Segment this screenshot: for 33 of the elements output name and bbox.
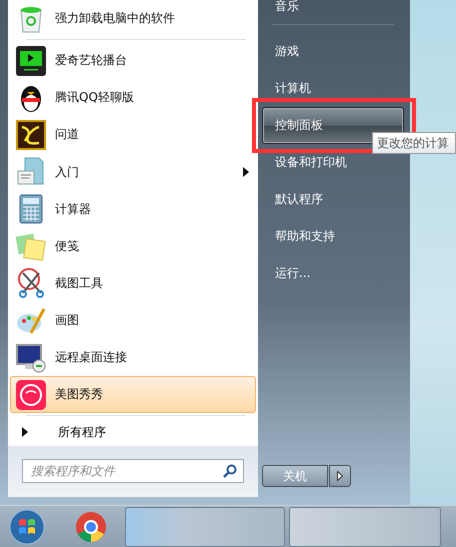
program-item[interactable]: 强力卸载电脑中的软件 (10, 0, 256, 38)
menu-link[interactable]: 运行... (262, 255, 404, 292)
program-icon (15, 44, 47, 77)
menu-link[interactable]: 计算机 (262, 70, 404, 107)
program-item[interactable]: 爱奇艺轮播台 (10, 42, 256, 80)
shutdown-options-button[interactable] (329, 465, 351, 487)
browser-icon[interactable] (75, 510, 107, 542)
program-item[interactable]: 截图工具 (10, 264, 256, 302)
menu-link[interactable]: 默认程序 (262, 181, 404, 218)
program-item[interactable]: 入门 (10, 153, 256, 191)
program-icon (15, 267, 47, 300)
program-item[interactable]: 腾讯QQ轻聊版 (10, 79, 256, 116)
program-item[interactable]: 画图 (10, 302, 256, 340)
program-item[interactable]: 计算器 (10, 190, 256, 228)
start-button[interactable] (9, 508, 45, 544)
program-item[interactable]: 便笺 (10, 228, 256, 265)
search-icon (223, 464, 237, 478)
taskbar-button[interactable] (289, 506, 441, 546)
search-field[interactable]: 搜索程序和文件 (22, 459, 244, 484)
program-item[interactable]: 远程桌面连接 (10, 339, 256, 376)
expand-arrow-icon (22, 427, 28, 438)
tooltip: 更改您的计算 (372, 132, 456, 154)
program-icon (15, 378, 47, 411)
menu-link[interactable]: 帮助和支持 (262, 218, 404, 255)
triangle-arrow-icon (337, 471, 343, 481)
menu-link[interactable]: 游戏 (262, 33, 404, 70)
menu-link[interactable]: 音乐 (262, 0, 404, 16)
program-icon (15, 118, 47, 151)
program-item[interactable]: 美图秀秀 (10, 376, 256, 414)
taskbar-button[interactable] (125, 506, 285, 546)
program-item[interactable]: 问道 (10, 116, 256, 154)
program-icon (15, 342, 47, 374)
all-programs-link[interactable]: 所有程序 (58, 424, 106, 441)
